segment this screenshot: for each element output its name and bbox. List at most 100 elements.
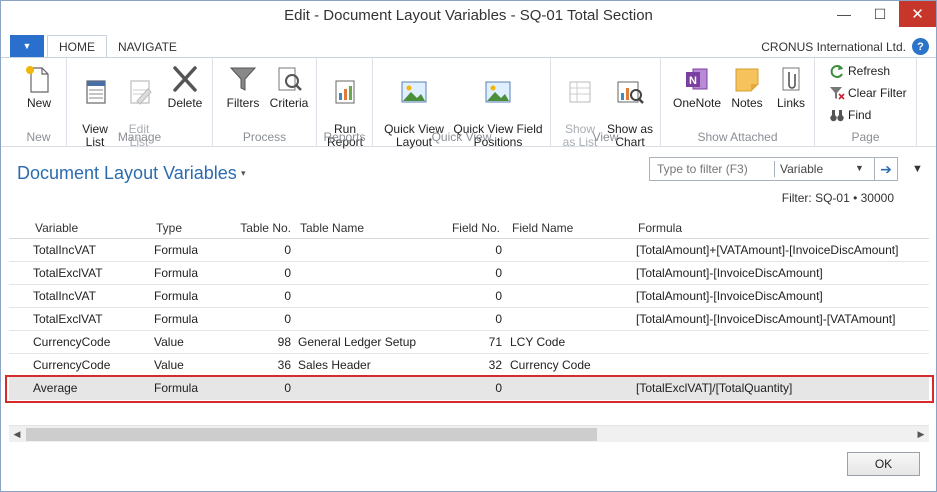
variables-table: Variable Type Table No. Table Name Field… — [9, 218, 929, 400]
ribbon-group-process: Filters Criteria Process — [213, 58, 317, 147]
table-row[interactable]: CurrencyCode Value 98 General Ledger Set… — [9, 331, 929, 354]
cell-type[interactable]: Formula — [154, 308, 198, 330]
collapse-chevron-icon[interactable]: ▼ — [912, 163, 923, 175]
maximize-button[interactable]: ☐ — [863, 1, 897, 27]
delete-button[interactable]: Delete — [163, 64, 207, 110]
cell-variable[interactable]: TotalExclVAT — [33, 308, 103, 330]
cell-variable[interactable]: TotalExclVAT — [33, 262, 103, 284]
scrollbar-thumb[interactable] — [26, 428, 597, 441]
tab-navigate[interactable]: NAVIGATE — [107, 35, 188, 58]
column-header-table-name[interactable]: Table Name — [300, 218, 364, 239]
criteria-button[interactable]: Criteria — [267, 64, 311, 110]
cell-field-no[interactable]: 0 — [435, 285, 502, 307]
funnel-icon — [229, 67, 257, 91]
new-button[interactable]: New — [19, 64, 59, 110]
tab-home[interactable]: HOME — [47, 35, 107, 58]
cell-variable[interactable]: CurrencyCode — [33, 354, 110, 376]
cell-field-no[interactable]: 0 — [435, 308, 502, 330]
company-name[interactable]: CRONUS International Ltd. — [761, 40, 906, 54]
cell-table-no[interactable]: 0 — [225, 308, 291, 330]
binoculars-icon — [830, 110, 844, 122]
cell-table-no[interactable]: 0 — [225, 239, 291, 261]
refresh-button[interactable]: Refresh — [829, 63, 890, 79]
table-row[interactable]: TotalIncVAT Formula 0 0 [TotalAmount]-[I… — [9, 285, 929, 308]
minimize-button[interactable]: — — [827, 1, 861, 27]
filter-bar: Variable ▼ ➔ — [649, 157, 898, 181]
filter-field-select[interactable]: Variable — [780, 162, 823, 176]
find-label: Find — [848, 108, 872, 122]
filter-separator — [774, 161, 775, 177]
column-header-variable[interactable]: Variable — [35, 218, 78, 239]
ok-button[interactable]: OK — [847, 452, 920, 476]
delete-x-icon — [173, 66, 197, 92]
column-header-table-no[interactable]: Table No. — [225, 218, 291, 239]
table-row[interactable]: TotalExclVAT Formula 0 0 [TotalAmount]-[… — [9, 262, 929, 285]
refresh-icon — [830, 65, 843, 78]
close-button[interactable]: ✕ — [899, 1, 936, 27]
filter-input[interactable] — [650, 158, 774, 180]
cell-variable[interactable]: CurrencyCode — [33, 331, 110, 353]
clear-filter-icon — [830, 87, 845, 100]
horizontal-scrollbar[interactable]: ◀ ▶ — [9, 425, 929, 442]
cell-field-no[interactable]: 71 — [435, 331, 502, 353]
notes-button[interactable]: Notes — [727, 64, 767, 110]
table-row[interactable]: TotalIncVAT Formula 0 0 [TotalAmount]+[V… — [9, 239, 929, 262]
column-header-field-name[interactable]: Field Name — [512, 218, 573, 239]
cell-type[interactable]: Formula — [154, 262, 198, 284]
refresh-label: Refresh — [848, 64, 891, 78]
cell-table-no[interactable]: 98 — [225, 331, 291, 353]
cell-field-no[interactable]: 32 — [435, 354, 502, 376]
cell-field-name[interactable]: Currency Code — [510, 354, 591, 376]
cell-type[interactable]: Formula — [154, 285, 198, 307]
cell-table-no[interactable]: 0 — [225, 377, 291, 399]
cell-formula[interactable]: [TotalAmount]-[InvoiceDiscAmount]-[VATAm… — [636, 308, 895, 330]
links-button[interactable]: Links — [771, 64, 811, 110]
column-header-field-no[interactable]: Field No. — [435, 218, 500, 239]
group-label-view: View — [592, 130, 619, 144]
scroll-right-icon[interactable]: ▶ — [913, 426, 929, 443]
page-title[interactable]: Document Layout Variables — [17, 163, 237, 184]
notes-label: Notes — [731, 96, 763, 110]
onenote-button[interactable]: N OneNote — [669, 64, 725, 110]
cell-type[interactable]: Formula — [154, 377, 198, 399]
help-icon[interactable]: ? — [912, 38, 929, 55]
cell-field-no[interactable]: 0 — [435, 262, 502, 284]
cell-field-name[interactable]: LCY Code — [510, 331, 565, 353]
cell-table-no[interactable]: 0 — [225, 262, 291, 284]
edit-list-icon — [130, 80, 152, 105]
cell-type[interactable]: Value — [154, 354, 184, 376]
find-button[interactable]: Find — [829, 107, 871, 123]
cell-type[interactable]: Value — [154, 331, 184, 353]
group-label-process: Process — [242, 130, 287, 144]
title-dropdown-icon[interactable]: ▾ — [241, 168, 246, 179]
table-row[interactable]: CurrencyCode Value 36 Sales Header 32 Cu… — [9, 354, 929, 377]
chevron-down-icon[interactable]: ▼ — [855, 163, 864, 173]
apply-filter-arrow-icon[interactable]: ➔ — [874, 158, 897, 180]
table-row[interactable]: TotalExclVAT Formula 0 0 [TotalAmount]-[… — [9, 308, 929, 331]
scroll-left-icon[interactable]: ◀ — [9, 426, 25, 443]
cell-field-no[interactable]: 0 — [435, 377, 502, 399]
cell-variable[interactable]: TotalIncVAT — [33, 239, 96, 261]
cell-formula[interactable]: [TotalAmount]-[InvoiceDiscAmount] — [636, 262, 823, 284]
cell-type[interactable]: Formula — [154, 239, 198, 261]
cell-table-name[interactable]: Sales Header — [298, 354, 371, 376]
cell-variable[interactable]: Average — [33, 377, 77, 399]
cell-variable[interactable]: TotalIncVAT — [33, 285, 96, 307]
clear-filter-button[interactable]: Clear Filter — [829, 85, 907, 101]
cell-formula[interactable]: [TotalExclVAT]/[TotalQuantity] — [636, 377, 792, 399]
cell-table-name[interactable]: General Ledger Setup — [298, 331, 416, 353]
group-label-manage: Manage — [117, 130, 162, 144]
table-row-selected[interactable]: Average Formula 0 0 [TotalExclVAT]/[Tota… — [9, 377, 929, 400]
cell-table-no[interactable]: 0 — [225, 285, 291, 307]
column-header-formula[interactable]: Formula — [638, 218, 682, 239]
cell-formula[interactable]: [TotalAmount]-[InvoiceDiscAmount] — [636, 285, 823, 307]
cell-table-no[interactable]: 36 — [225, 354, 291, 376]
app-menu-button[interactable]: ▼ — [10, 35, 44, 57]
cell-formula[interactable]: [TotalAmount]+[VATAmount]-[InvoiceDiscAm… — [636, 239, 898, 261]
column-header-type[interactable]: Type — [156, 218, 182, 239]
ribbon-group-quick-view: Quick View Layout Quick View Field Posit… — [373, 58, 551, 149]
group-label-reports: Reports — [323, 130, 366, 144]
group-label-new: New — [26, 130, 51, 144]
filters-button[interactable]: Filters — [223, 64, 263, 110]
cell-field-no[interactable]: 0 — [435, 239, 502, 261]
